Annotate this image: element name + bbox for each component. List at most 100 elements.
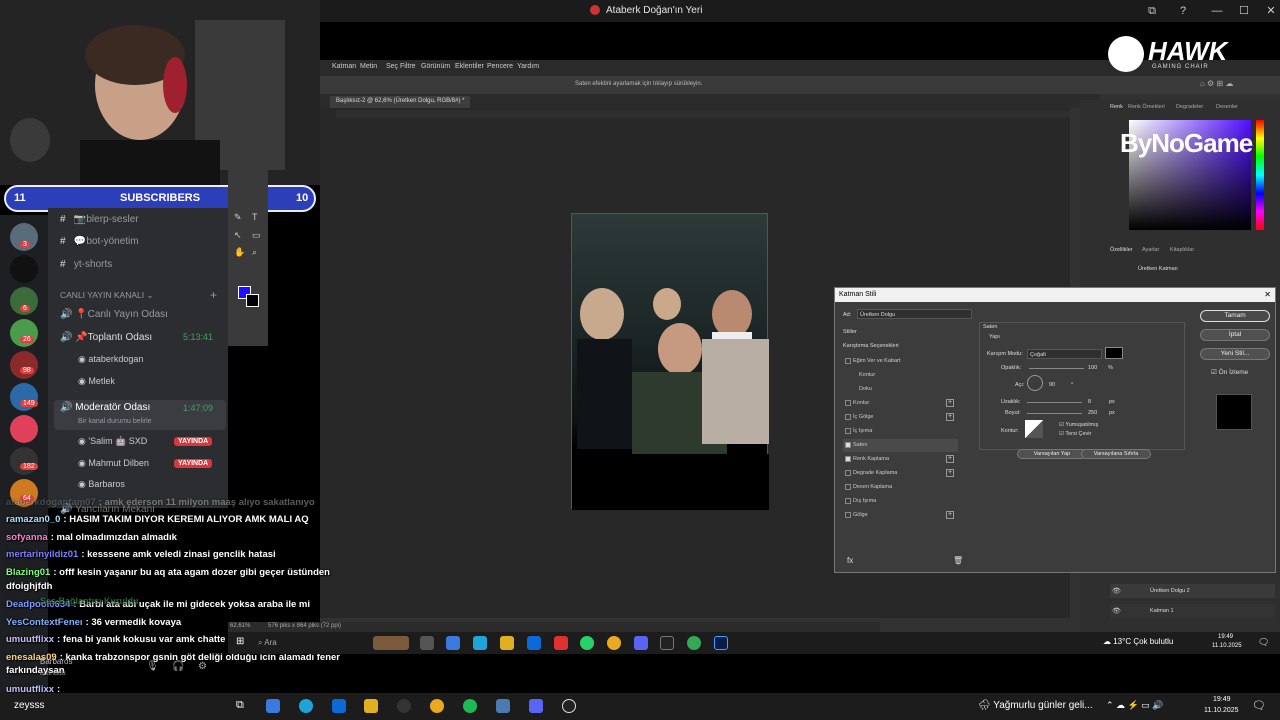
style-item[interactable]: Saten [843,439,958,452]
photoshop-icon[interactable] [714,636,728,650]
channel-shorts[interactable]: # yt-shorts [60,259,112,270]
close-icon[interactable]: ✕ [1263,3,1279,19]
inner-search[interactable]: ⌕ Ara [258,638,277,648]
cancel-button[interactable]: İptal [1200,329,1270,341]
style-checkbox[interactable] [845,428,851,434]
style-item[interactable]: İç Işıma [843,425,958,438]
explorer-icon[interactable] [500,636,514,650]
notification-icon[interactable]: 🗨 [1252,699,1266,712]
size-slider[interactable] [1027,413,1082,414]
trash-icon[interactable]: 🗑 [953,556,963,565]
opacity-value[interactable]: 100 [1088,365,1097,371]
copilot-icon[interactable] [446,636,460,650]
style-checkbox[interactable] [845,442,851,448]
angle-value[interactable]: 90 [1049,382,1055,388]
discord-icon[interactable] [634,636,648,650]
discord-icon[interactable] [529,699,543,713]
edge-icon[interactable] [299,699,313,713]
new-style-button[interactable]: Yeni Stil... [1200,348,1270,360]
outlook-icon[interactable] [527,636,541,650]
share-icon[interactable]: ⧉ [1144,3,1160,19]
channel-bot[interactable]: # 💬bot-yönetim [60,236,139,247]
steam-icon[interactable] [496,699,510,713]
layer-row[interactable]: 👁 Katman 1 [1110,604,1275,618]
moderator-status[interactable]: Bir kanal durumu belirle [78,418,152,425]
style-item[interactable]: Doku [843,383,958,396]
chrome-icon[interactable] [607,636,621,650]
voice-user[interactable]: ◉ 'Salim 🤖 SXD [78,436,147,447]
voice-meeting[interactable]: 🔊 📌Toplantı Odası [60,332,152,343]
weather-widget[interactable]: 🌧 Yağmurlu günler geli... [978,700,1093,711]
hue-slider[interactable] [1256,120,1264,230]
style-item[interactable]: Eğim Ver ve Kabart [843,355,958,368]
panel-tab-color[interactable]: Renk [1110,104,1123,110]
hand-tool-icon[interactable]: ✋ [234,247,245,258]
menu-view[interactable]: Görünüm [421,63,450,70]
headphones-icon[interactable]: 🎧 [172,661,184,672]
windows-start-icon[interactable]: ⊞ [236,636,244,647]
select-tool-icon[interactable]: ↖ [234,230,242,241]
panel-tab-libraries[interactable]: Kitaplıklar [1170,247,1194,253]
style-checkbox[interactable] [845,414,851,420]
style-item[interactable]: Kontur + [843,397,958,410]
text-tool-icon[interactable]: T [252,212,258,222]
minimize-icon[interactable]: — [1209,3,1225,19]
menu-select[interactable]: Seç [386,63,398,70]
category-live[interactable]: CANLI YAYIN KANALI ⌄ [60,290,154,301]
blend-options[interactable]: Karıştırma Seçenekleri [843,343,899,349]
widget-image[interactable] [373,636,409,650]
antialias-checkbox[interactable]: ☑ Yumuşatılmış [1059,422,1098,428]
add-style-icon[interactable]: + [946,399,954,407]
whatsapp-icon[interactable] [580,636,594,650]
panel-tab-gradients[interactable]: Degradeler [1176,104,1203,110]
taskview-icon[interactable] [420,636,434,650]
style-item[interactable]: Desen Kaplama [843,481,958,494]
menu-plugins[interactable]: Eklentiler [455,63,484,70]
voice-user[interactable]: ◉ Barbaros [78,479,125,490]
shape-tool-icon[interactable]: ▭ [252,230,261,241]
size-value[interactable]: 250 [1088,410,1097,416]
style-checkbox[interactable] [845,470,851,476]
obs-icon[interactable] [562,699,576,713]
style-checkbox[interactable] [845,456,851,462]
discord-user-panel[interactable]: Barbaros [40,657,72,666]
panel-tab-adjustments[interactable]: Ayarlar [1142,247,1159,253]
chrome2-icon[interactable] [687,636,701,650]
background-color-swatch[interactable] [246,294,259,307]
menu-window[interactable]: Pencere [487,63,513,70]
canvas-artwork[interactable] [571,213,769,510]
opacity-slider[interactable] [1029,368,1084,369]
ok-button[interactable]: Tamam [1200,310,1270,322]
voice-user[interactable]: ◉ Metlek [78,376,115,387]
name-input[interactable]: Üretken Dolgu [857,309,972,319]
server-icon[interactable] [10,415,38,443]
make-default-button[interactable]: Varsayılan Yap [1017,449,1087,459]
zoom-tool-icon[interactable]: ⌕ [252,247,257,258]
panel-tab-properties[interactable]: Özellikler [1110,247,1133,253]
satin-color-swatch[interactable] [1105,347,1123,359]
doc-tab[interactable]: Başlıksız-2 @ 62,6% (Üretken Dolgu, RGB/… [330,96,471,108]
distance-slider[interactable] [1027,402,1082,403]
microphone-icon[interactable]: 🎙 [146,661,159,672]
blend-mode-select[interactable]: Çoğalt [1027,349,1102,359]
help-icon[interactable]: ? [1175,3,1191,19]
eye-icon[interactable]: 👁 [1112,607,1121,615]
style-checkbox[interactable] [845,512,851,518]
style-item[interactable]: Dış Işıma [843,495,958,508]
style-item[interactable]: Degrade Kaplama + [843,467,958,480]
eye-icon[interactable]: 👁 [1112,587,1121,595]
edge-icon[interactable] [473,636,487,650]
add-style-icon[interactable]: + [946,469,954,477]
style-checkbox[interactable] [845,400,851,406]
distance-value[interactable]: 8 [1088,399,1091,405]
voice-user[interactable]: ◉ ataberkdogan [78,354,143,365]
style-checkbox[interactable] [845,484,851,490]
server-icon[interactable] [10,447,38,475]
voice-live[interactable]: 🔊 📍Canlı Yayın Odası [60,309,168,320]
menu-text[interactable]: Metin [360,63,377,70]
menu-layer[interactable]: Katman [332,63,356,70]
add-channel-icon[interactable]: + [210,288,217,302]
style-checkbox[interactable] [845,498,851,504]
reset-default-button[interactable]: Varsayılana Sıfırla [1081,449,1151,459]
voice-user[interactable]: ◉ Mahmut Dilben [78,458,149,469]
